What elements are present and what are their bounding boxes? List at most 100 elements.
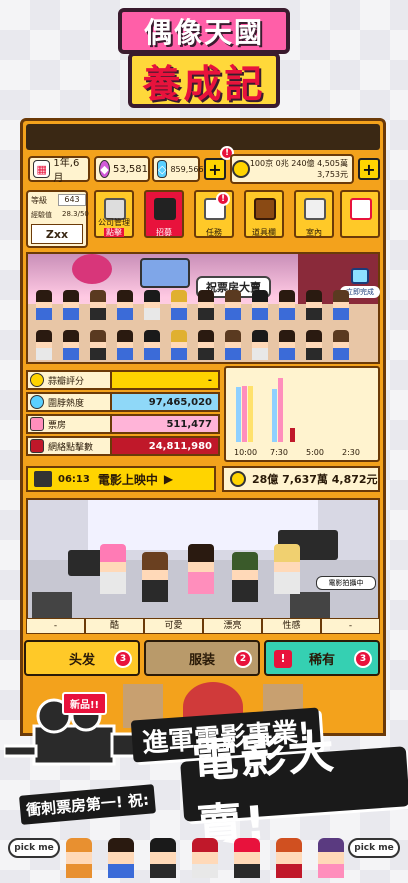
recruit-label: 招募	[156, 228, 172, 237]
tab-badge: 3	[114, 650, 132, 668]
tab-label: 服装	[188, 652, 215, 668]
add-money-button[interactable]: +	[358, 158, 380, 180]
recruit-button[interactable]: 招募	[144, 190, 184, 238]
company-management-button[interactable]: 公司管理 點擊	[94, 190, 134, 238]
gem-counter: ◆ 53,581	[94, 156, 150, 182]
audience-member	[63, 330, 79, 360]
tab-rare[interactable]: ! 稀有 3	[264, 640, 380, 676]
audience-member	[117, 330, 133, 360]
money-line-1: 100京 0兆 240億 4,505萬	[249, 159, 348, 168]
character-sprite	[318, 838, 344, 880]
character-sprite	[150, 838, 176, 880]
coin-icon	[232, 160, 250, 178]
audience-member	[198, 290, 214, 320]
audience-member	[144, 290, 160, 320]
actor	[100, 544, 126, 594]
trend-bar-chart: 10:00 7:30 5:00 2:30	[224, 366, 380, 462]
interior-button[interactable]: 室內	[294, 190, 334, 238]
paint-roller-icon	[304, 198, 326, 220]
chart-bar	[236, 387, 241, 442]
audience-member	[333, 290, 349, 320]
ticket-icon	[30, 417, 44, 431]
stat-value: 511,477	[112, 414, 220, 434]
light-box	[32, 592, 72, 618]
play-icon	[30, 439, 44, 453]
attribute-row: - 酷 可愛 漂亮 性感 -	[26, 618, 380, 634]
tab-clothing[interactable]: 服装 2	[144, 640, 260, 676]
chart-tick-label: 2:30	[342, 448, 360, 457]
date-display: ▦ 1年,6月	[28, 156, 90, 184]
chest-icon	[254, 198, 276, 220]
company-management-label: 公司管理 點擊	[98, 218, 130, 237]
audience-member	[198, 330, 214, 360]
inventory-button[interactable]: 道具欄	[244, 190, 284, 238]
audience-member	[306, 290, 322, 320]
top-bar	[26, 124, 380, 150]
diamond-icon: ◇	[157, 160, 168, 178]
chart-bar	[272, 389, 277, 442]
stat-label: 網絡點擊數	[48, 442, 94, 453]
gem-icon: ◆	[99, 160, 110, 178]
audience-member	[63, 290, 79, 320]
chart-bar	[242, 386, 247, 442]
now-showing-row: 06:13 電影上映中 ▶ 28億 7,637萬 4,872元	[26, 466, 380, 494]
screen-poster	[140, 258, 190, 288]
add-currency-button[interactable]: +	[204, 158, 226, 180]
character-sprite	[276, 838, 302, 880]
audience-member	[36, 290, 52, 320]
play-triangle-icon: ▶	[163, 472, 174, 486]
monitor-box	[290, 592, 330, 618]
calendar-icon: ▦	[33, 160, 51, 178]
chart-bar	[290, 428, 295, 442]
inventory-label: 道具欄	[252, 228, 276, 237]
now-showing-label: 電影上映中	[97, 472, 158, 487]
audience-member	[252, 330, 268, 360]
hourglass-icon	[351, 268, 369, 284]
audience-member	[90, 290, 106, 320]
gem-count: 53,581	[113, 163, 148, 175]
stat-label: 蒜瓣評分	[48, 376, 85, 387]
player-name[interactable]: Zxx	[31, 224, 83, 244]
coin-icon	[230, 471, 246, 487]
audience-member	[225, 330, 241, 360]
chart-bar	[248, 386, 253, 442]
audience-member	[252, 290, 268, 320]
level-value: 643	[58, 194, 86, 206]
character-sprite	[66, 838, 92, 880]
audience-member	[36, 330, 52, 360]
chart-tick-label: 7:30	[270, 448, 288, 457]
stat-row-rating: 蒜瓣評分 -	[26, 370, 220, 390]
stat-value: -	[112, 370, 220, 390]
actor	[188, 544, 214, 594]
stat-label: 圍脖熱度	[48, 398, 85, 409]
audience-member	[90, 330, 106, 360]
box-office-total: 28億 7,637萬 4,872元	[222, 466, 380, 492]
character-sprite	[108, 838, 134, 880]
logo-title-top: 偶像天國	[118, 8, 290, 54]
tasks-label: 任務	[206, 228, 222, 237]
exp-value: 28.3/50	[62, 210, 89, 218]
chart-tick-label: 10:00	[234, 448, 258, 457]
audience-member	[279, 290, 295, 320]
camera-icon	[34, 471, 52, 487]
pick-me-left: pick me	[8, 838, 60, 858]
stat-row-boxoffice: 票房 511,477	[26, 414, 220, 434]
character-sprite	[234, 838, 260, 880]
stats-panel: 蒜瓣評分 - 圍脖熱度 97,465,020 票房 511,477 網絡點擊數 …	[26, 366, 220, 462]
attribute-cell: 漂亮	[203, 618, 262, 634]
character-sprite	[192, 838, 218, 880]
tab-label: 稀有	[308, 652, 335, 668]
stat-value: 97,465,020	[112, 392, 220, 412]
now-showing-status: 06:13 電影上映中 ▶	[26, 466, 216, 492]
tasks-alert-badge: !	[216, 192, 230, 206]
level-label: 等級	[31, 196, 47, 205]
megaphone-icon	[154, 198, 176, 220]
audience-member	[144, 330, 160, 360]
actor	[232, 552, 258, 602]
tab-hair[interactable]: 头发 3	[24, 640, 140, 676]
exp-label: 經驗值	[31, 211, 52, 219]
ticket-count: 859,566	[170, 164, 204, 174]
mail-button[interactable]	[340, 190, 380, 238]
attribute-cell: 性感	[262, 618, 321, 634]
audience-member	[333, 330, 349, 360]
